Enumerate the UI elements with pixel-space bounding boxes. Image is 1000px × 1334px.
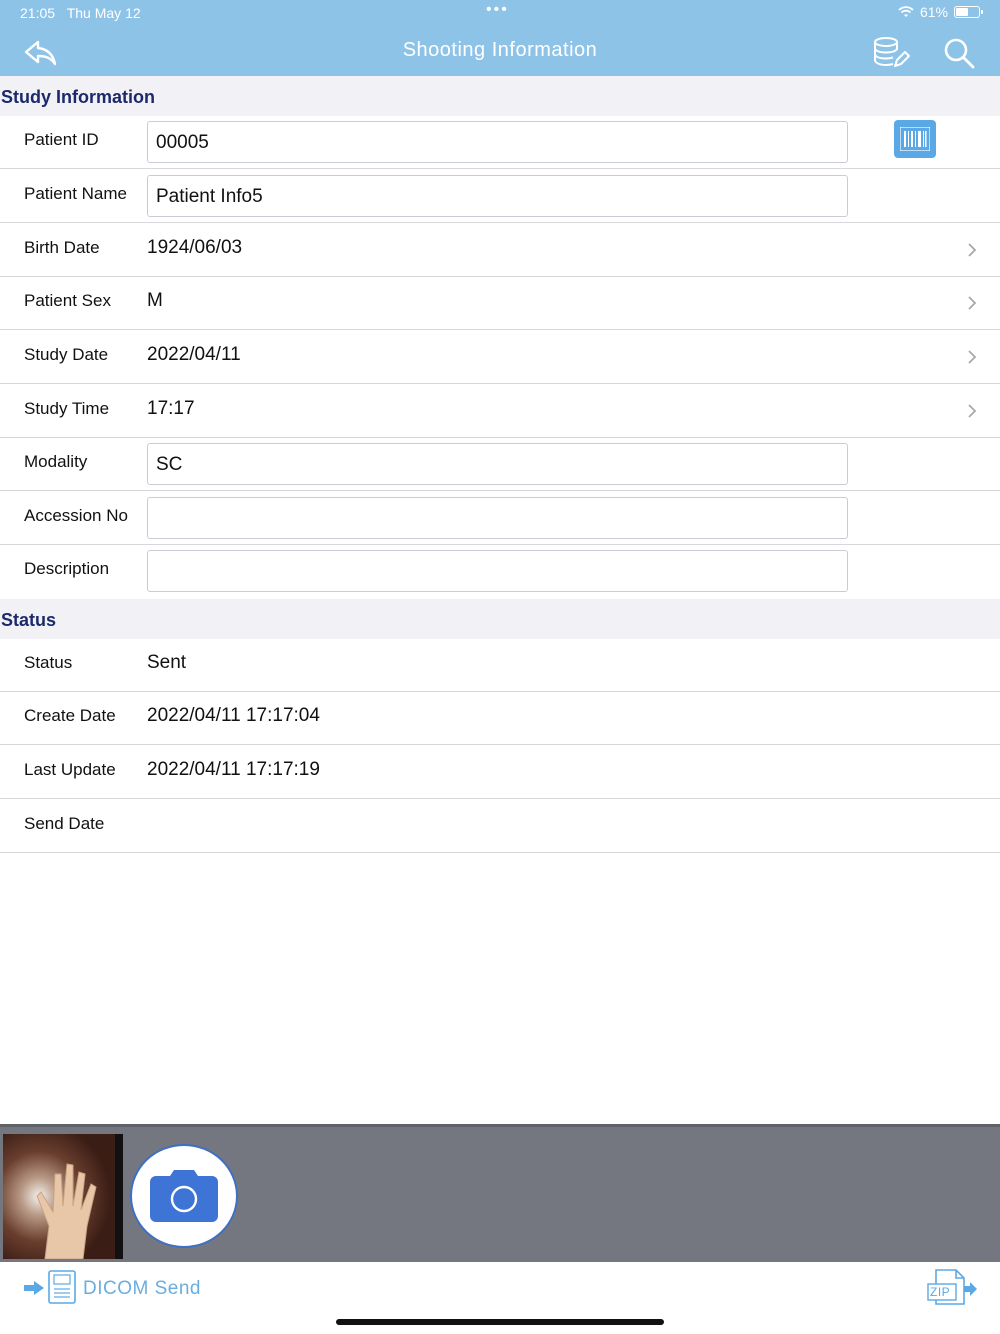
- last-update-value: 2022/04/11 17:17:19: [147, 759, 320, 780]
- study-time-row[interactable]: Study Time 17:17: [0, 385, 1000, 438]
- birth-date-row[interactable]: Birth Date 1924/06/03: [0, 224, 1000, 277]
- image-panel: [0, 1124, 1000, 1262]
- patient-name-row: Patient Name Patient Info5: [0, 170, 1000, 223]
- patient-sex-value: M: [147, 290, 163, 311]
- status-bar: 21:05 Thu May 12 ••• 61%: [0, 0, 1000, 26]
- create-date-label: Create Date: [24, 706, 116, 725]
- camera-icon: [150, 1170, 218, 1222]
- home-indicator[interactable]: [336, 1319, 664, 1325]
- search-button[interactable]: [942, 36, 976, 70]
- status-time: 21:05 Thu May 12: [20, 5, 141, 21]
- patient-sex-row[interactable]: Patient Sex M: [0, 277, 1000, 330]
- dicom-send-button[interactable]: DICOM Send: [24, 1270, 204, 1310]
- chevron-right-icon: [968, 350, 977, 364]
- accession-no-row: Accession No: [0, 492, 1000, 545]
- create-date-value: 2022/04/11 17:17:04: [147, 705, 320, 726]
- patient-name-input[interactable]: Patient Info5: [147, 175, 848, 217]
- send-date-row: Send Date: [0, 800, 1000, 853]
- chevron-right-icon: [968, 296, 977, 310]
- barcode-scan-button[interactable]: [894, 120, 936, 158]
- last-update-label: Last Update: [24, 760, 116, 779]
- navigation-bar: 21:05 Thu May 12 ••• 61% Shooting Inform…: [0, 0, 1000, 76]
- description-input[interactable]: [147, 550, 848, 592]
- barcode-icon: [900, 127, 930, 151]
- create-date-row: Create Date 2022/04/11 17:17:04: [0, 692, 1000, 745]
- birth-date-value: 1924/06/03: [147, 237, 243, 258]
- status-value: Sent: [147, 652, 187, 673]
- battery-icon: [954, 6, 983, 18]
- zip-label: ZIP: [930, 1285, 951, 1299]
- camera-button[interactable]: [130, 1144, 238, 1248]
- modality-input[interactable]: SC: [147, 443, 848, 485]
- study-time-value: 17:17: [147, 398, 195, 419]
- status-row: Status Sent: [0, 639, 1000, 692]
- document-icon: [48, 1270, 76, 1304]
- dicom-send-label: DICOM Send: [83, 1278, 201, 1299]
- status-label: Status: [24, 653, 73, 672]
- accession-no-label: Accession No: [24, 506, 128, 525]
- study-date-label: Study Date: [24, 345, 109, 364]
- patient-id-label: Patient ID: [24, 130, 99, 149]
- study-time-label: Study Time: [24, 399, 110, 418]
- zip-export-button[interactable]: ZIP: [926, 1268, 978, 1308]
- patient-name-label: Patient Name: [24, 184, 127, 203]
- send-date-label: Send Date: [24, 814, 105, 833]
- battery-level: [956, 8, 968, 16]
- status-section-header: Status: [0, 599, 1000, 639]
- bottom-toolbar: DICOM Send ZIP: [0, 1262, 1000, 1334]
- description-label: Description: [24, 559, 110, 578]
- last-update-row: Last Update 2022/04/11 17:17:19: [0, 746, 1000, 799]
- study-date-value: 2022/04/11: [147, 344, 241, 365]
- study-date-row[interactable]: Study Date 2022/04/11: [0, 331, 1000, 384]
- chevron-right-icon: [968, 404, 977, 418]
- page-title: Shooting Information: [402, 39, 598, 61]
- description-row: Description: [0, 545, 1000, 598]
- image-thumbnail[interactable]: [3, 1134, 123, 1259]
- chevron-right-icon: [968, 243, 977, 257]
- patient-id-row: Patient ID 00005: [0, 116, 1000, 169]
- status-date: Thu May 12: [66, 5, 141, 21]
- battery-percent: 61%: [919, 4, 948, 20]
- birth-date-label: Birth Date: [24, 238, 100, 257]
- study-information-header: Study Information: [0, 76, 1000, 116]
- patient-sex-label: Patient Sex: [24, 291, 111, 310]
- modality-label: Modality: [24, 452, 88, 471]
- accession-no-input[interactable]: [147, 497, 848, 539]
- database-edit-button[interactable]: [868, 34, 910, 70]
- modality-row: Modality SC: [0, 438, 1000, 491]
- patient-id-input[interactable]: 00005: [147, 121, 848, 163]
- wifi-icon: [898, 6, 914, 17]
- multitasking-dots-icon[interactable]: •••: [486, 1, 509, 19]
- status-indicators: 61%: [898, 4, 983, 20]
- arrow-right-icon: [24, 1281, 44, 1295]
